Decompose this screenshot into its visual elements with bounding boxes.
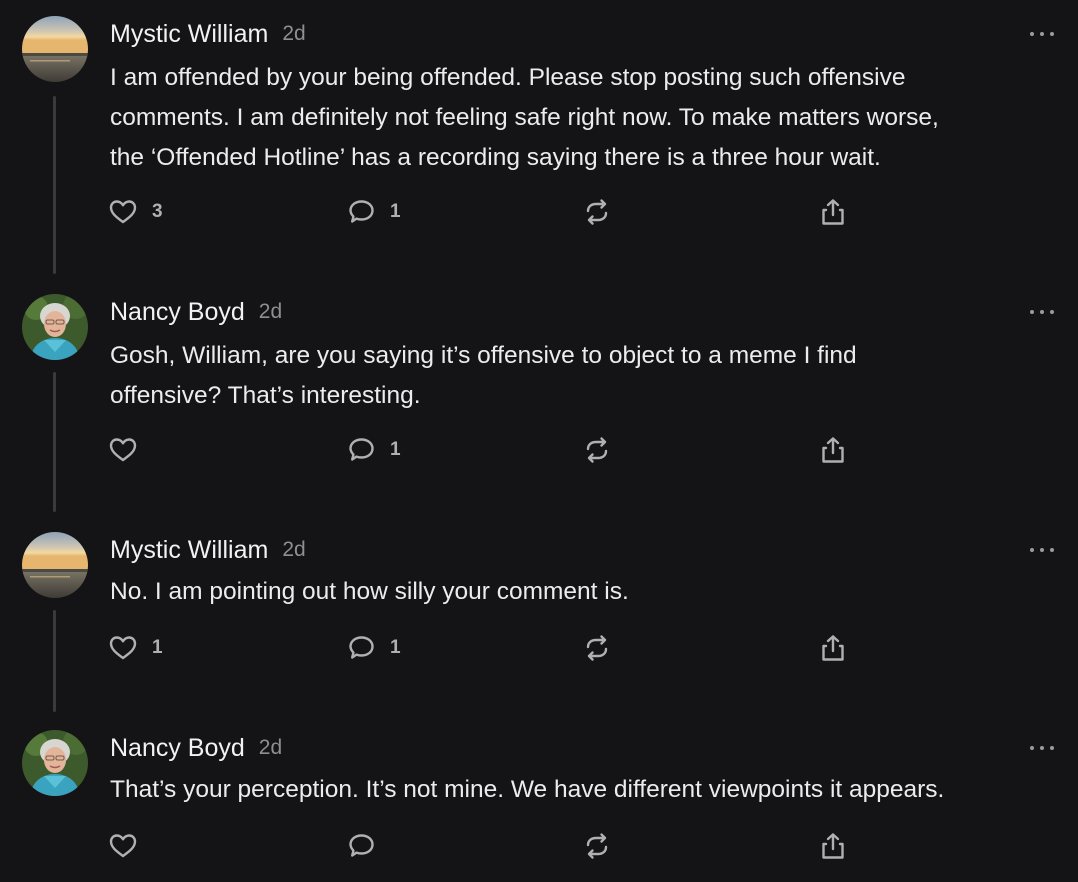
- heart-icon: [109, 636, 137, 660]
- comment-actions: 1 1: [108, 633, 868, 663]
- sunset-lake-avatar: [22, 532, 88, 598]
- timestamp[interactable]: 2d: [259, 300, 282, 324]
- speech-bubble-icon: [349, 200, 374, 223]
- more-ellipsis-icon[interactable]: [1030, 546, 1054, 554]
- heart-icon: [109, 200, 137, 224]
- share-button[interactable]: [818, 633, 848, 663]
- restack-button[interactable]: [582, 831, 612, 861]
- restack-button[interactable]: [582, 197, 612, 227]
- share-upload-icon: [822, 437, 844, 463]
- sunset-lake-avatar: [22, 16, 88, 82]
- comment-text-line: offensive? That’s interesting.: [110, 382, 421, 409]
- comment-actions: 1: [108, 435, 868, 465]
- reply-count: 1: [390, 201, 401, 222]
- timestamp[interactable]: 2d: [282, 538, 305, 562]
- like-button[interactable]: 3: [108, 197, 163, 227]
- share-button[interactable]: [818, 197, 848, 227]
- speech-bubble-icon: [349, 438, 374, 461]
- comment-text: I am offended by your being offended. Pl…: [110, 58, 1055, 178]
- restack-arrows-icon: [586, 635, 608, 661]
- thread-line: [53, 96, 56, 274]
- reply-button[interactable]: 1: [346, 197, 401, 227]
- more-ellipsis-icon[interactable]: [1030, 308, 1054, 316]
- restack-arrows-icon: [586, 437, 608, 463]
- author-name[interactable]: Mystic William: [110, 536, 268, 565]
- comment-header: Mystic William 2d: [110, 16, 306, 52]
- restack-button[interactable]: [582, 435, 612, 465]
- share-upload-icon: [822, 635, 844, 661]
- restack-button[interactable]: [582, 633, 612, 663]
- restack-arrows-icon: [586, 833, 608, 859]
- more-ellipsis-icon[interactable]: [1030, 30, 1054, 38]
- author-name[interactable]: Nancy Boyd: [110, 298, 245, 327]
- comment-text-line: No. I am pointing out how silly your com…: [110, 578, 629, 605]
- share-upload-icon: [822, 833, 844, 859]
- woman-portrait-avatar: [22, 730, 88, 796]
- more-ellipsis-icon[interactable]: [1030, 744, 1054, 752]
- comment-text-line: I am offended by your being offended. Pl…: [110, 64, 906, 91]
- avatar[interactable]: [22, 16, 88, 82]
- avatar[interactable]: [22, 294, 88, 360]
- speech-bubble-icon: [349, 834, 374, 857]
- like-button[interactable]: [108, 831, 152, 861]
- like-count: 1: [152, 637, 163, 658]
- reply-count: 1: [390, 439, 401, 460]
- heart-icon: [109, 834, 137, 858]
- comment-text: That’s your perception. It’s not mine. W…: [110, 770, 1055, 810]
- author-name[interactable]: Nancy Boyd: [110, 734, 245, 763]
- comment-text-line: comments. I am definitely not feeling sa…: [110, 104, 939, 131]
- comment-header: Nancy Boyd 2d: [110, 730, 282, 766]
- author-name[interactable]: Mystic William: [110, 20, 268, 49]
- comment-text: No. I am pointing out how silly your com…: [110, 572, 1055, 612]
- comment-actions: 3 1: [108, 197, 868, 227]
- heart-icon: [109, 438, 137, 462]
- reply-button[interactable]: [346, 831, 390, 861]
- comment-actions: [108, 831, 868, 861]
- like-button[interactable]: 1: [108, 633, 163, 663]
- comment-text-line: the ‘Offended Hotline’ has a recording s…: [110, 144, 881, 171]
- thread-line: [53, 610, 56, 712]
- avatar[interactable]: [22, 730, 88, 796]
- like-count: 3: [152, 201, 163, 222]
- restack-arrows-icon: [586, 199, 608, 225]
- comment-text-line: That’s your perception. It’s not mine. W…: [110, 776, 945, 803]
- share-button[interactable]: [818, 831, 848, 861]
- avatar[interactable]: [22, 532, 88, 598]
- like-button[interactable]: [108, 435, 152, 465]
- share-button[interactable]: [818, 435, 848, 465]
- comment-text-line: Gosh, William, are you saying it’s offen…: [110, 342, 857, 369]
- woman-portrait-avatar: [22, 294, 88, 360]
- comment-header: Mystic William 2d: [110, 532, 306, 568]
- timestamp[interactable]: 2d: [259, 736, 282, 760]
- speech-bubble-icon: [349, 636, 374, 659]
- reply-count: 1: [390, 637, 401, 658]
- timestamp[interactable]: 2d: [282, 22, 305, 46]
- thread-line: [53, 372, 56, 512]
- reply-button[interactable]: 1: [346, 435, 401, 465]
- reply-button[interactable]: 1: [346, 633, 401, 663]
- comment-text: Gosh, William, are you saying it’s offen…: [110, 336, 1055, 416]
- share-upload-icon: [822, 199, 844, 225]
- comment-header: Nancy Boyd 2d: [110, 294, 282, 330]
